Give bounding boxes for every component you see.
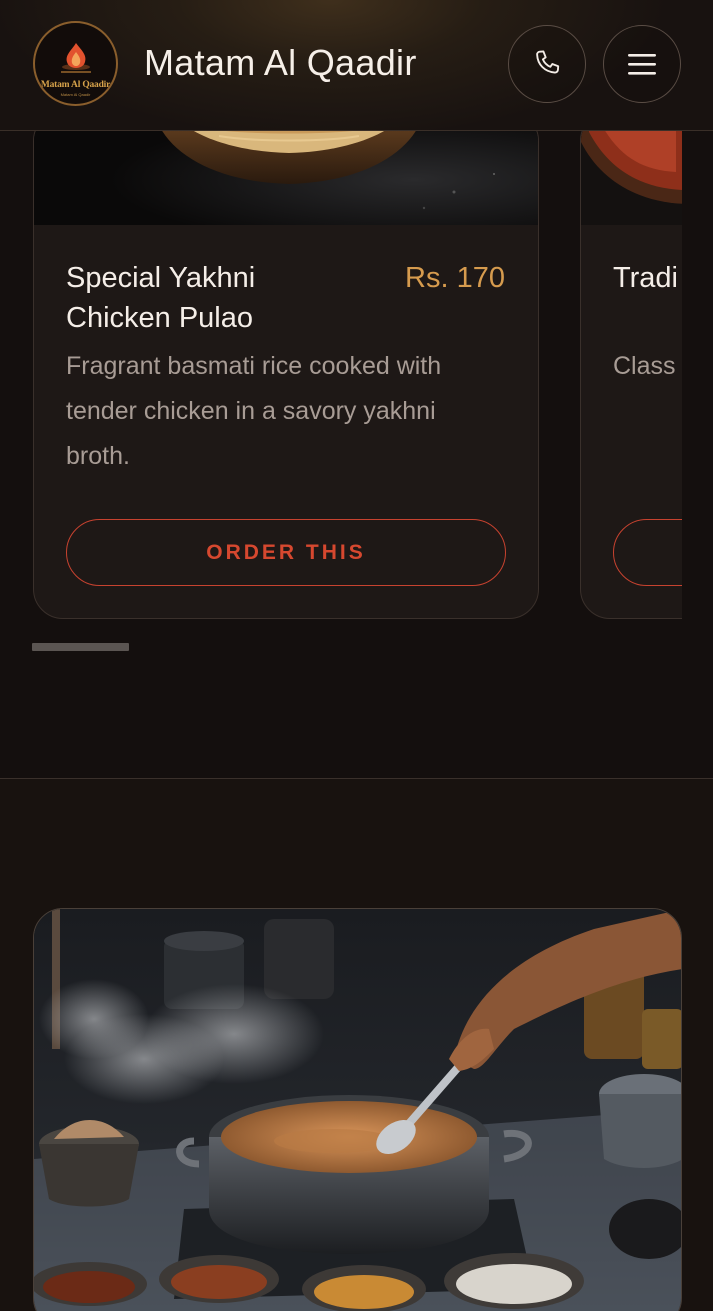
dish-name: Tradi Gosh xyxy=(613,262,682,294)
menu-carousel[interactable]: Special Yakhni Chicken Pulao Rs. 170 Fra… xyxy=(0,131,682,621)
dish-image xyxy=(34,131,538,225)
dish-image xyxy=(581,131,682,225)
dish-description: Fragrant basmati rice cooked with tender… xyxy=(66,352,442,470)
brand-logo[interactable]: Matam Al Qaadir Matam Al Qaadir xyxy=(33,21,118,106)
logo-wordmark: Matam Al Qaadir xyxy=(40,80,111,90)
page: Matam Al Qaadir Matam Al Qaadir Matam Al… xyxy=(0,0,713,1311)
menu-button[interactable] xyxy=(603,25,681,103)
order-button[interactable]: ORDER THIS xyxy=(66,519,506,586)
dish-price: Rs. 170 xyxy=(405,262,505,294)
menu-card[interactable]: Tradi Gosh Class tende traditi xyxy=(580,131,682,619)
kitchen-photo xyxy=(33,908,682,1311)
phone-icon xyxy=(536,50,560,74)
dish-description: Class tende traditi xyxy=(613,352,682,380)
menu-card[interactable]: Special Yakhni Chicken Pulao Rs. 170 Fra… xyxy=(33,131,539,619)
site-header: Matam Al Qaadir Matam Al Qaadir Matam Al… xyxy=(0,0,713,131)
brand-title[interactable]: Matam Al Qaadir xyxy=(144,42,417,84)
logo-tagline: Matam Al Qaadir xyxy=(60,92,91,97)
dish-name: Special Yakhni Chicken Pulao xyxy=(66,262,256,334)
order-button[interactable] xyxy=(613,519,682,586)
hamburger-menu-icon xyxy=(628,54,656,75)
call-button[interactable] xyxy=(508,25,586,103)
carousel-scrollbar[interactable] xyxy=(32,643,129,651)
